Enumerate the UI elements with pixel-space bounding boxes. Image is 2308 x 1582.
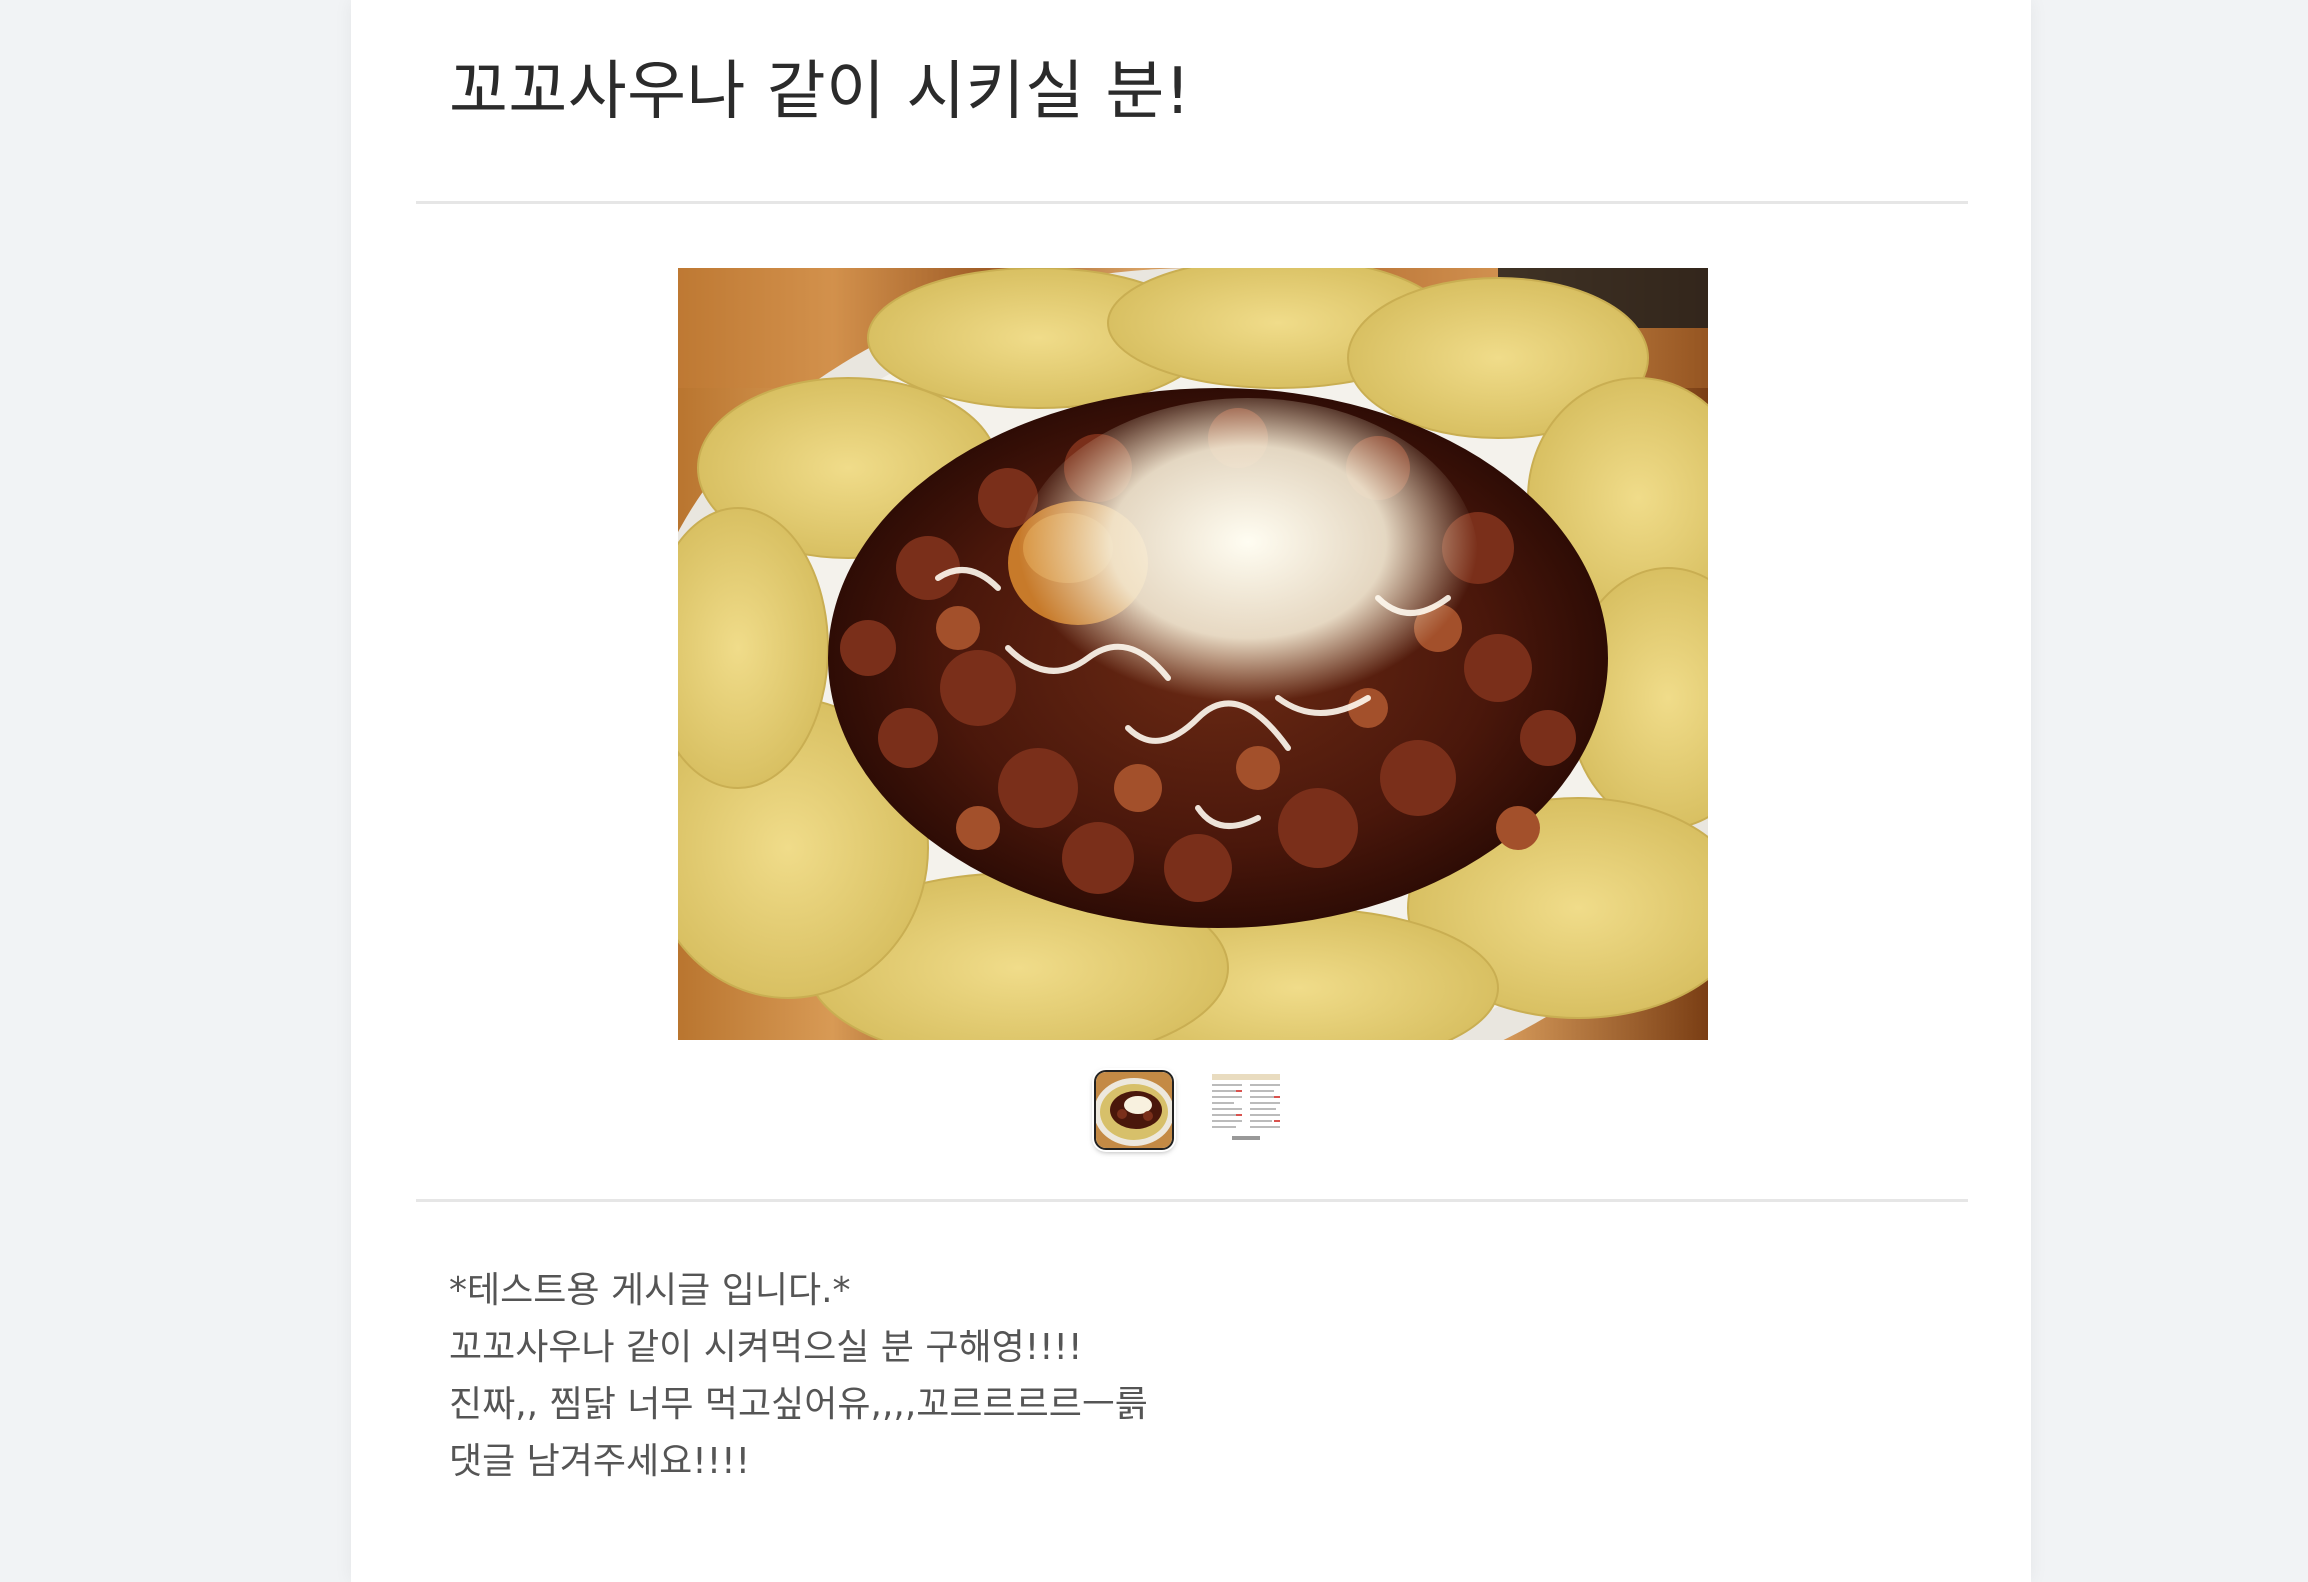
post-title: 꼬꼬사우나 같이 시키실 분!	[449, 55, 1191, 129]
body-line: *테스트용 게시글 입니다.*	[449, 1270, 851, 1311]
menu-sheet-thumbnail-graphic	[1206, 1070, 1286, 1150]
body-line: 댓글 남겨주세요!!!!	[449, 1441, 751, 1482]
main-food-photo	[678, 268, 1708, 1040]
thumbnail-menu[interactable]	[1206, 1070, 1286, 1150]
post-card: 꼬꼬사우나 같이 시키실 분! *테스트용 게시글 입니다.* 꼬꼬사우나 같이…	[351, 0, 2031, 1582]
jjimdak-photo-graphic	[678, 268, 1708, 1040]
body-line: 진짜,, 찜닭 너무 먹고싶어유,,,,꼬르르르르ㅡ륽	[449, 1384, 1149, 1425]
content-divider	[416, 1199, 1968, 1202]
thumbnail-food-selected[interactable]	[1094, 1070, 1174, 1150]
thumbnail-strip	[1094, 1070, 1294, 1154]
post-body: *테스트용 게시글 입니다.* 꼬꼬사우나 같이 시켜먹으실 분 구해영!!!!…	[449, 1262, 1148, 1490]
food-thumbnail-graphic	[1096, 1072, 1172, 1148]
body-line: 꼬꼬사우나 같이 시켜먹으실 분 구해영!!!!	[449, 1327, 1083, 1368]
title-divider	[416, 201, 1968, 204]
